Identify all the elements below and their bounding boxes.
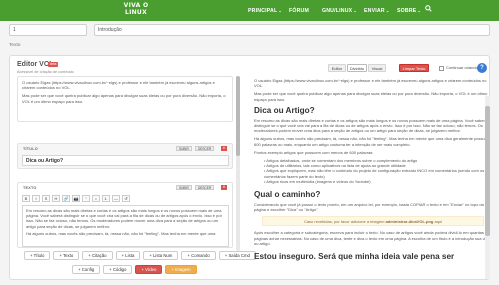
logo-line1: VIVA O [123,2,149,9]
format-toolbar: B I S H 🔗 📷 “ • 1. — ↺ [22,195,130,202]
left-scrollbar[interactable] [236,76,240,251]
add-list-button[interactable]: + Lista [115,251,141,260]
add-numbered-list-button[interactable]: + Lista Num [143,251,179,260]
preview-paragraph: Mas pode ser que você queira publicar al… [254,91,488,102]
text-area[interactable]: Em resumo as dicas são mais diretas e cu… [22,205,229,247]
add-title-button[interactable]: + Título [24,251,51,260]
section-label: TÍTULO [23,147,38,151]
help-icon[interactable]: ? [477,63,487,73]
notice-text: aqui [434,219,443,225]
strike-icon[interactable]: S [42,195,50,202]
preview-heading: Qual o caminho? [254,190,321,200]
add-image-button[interactable]: + Imagem [165,265,197,274]
section-label: TEXTO [23,186,37,190]
add-command-output-button[interactable]: + Saída Cmd [218,251,256,260]
nav-item-label: FÓRUM [289,7,310,14]
editor-subtitle: Acessível de criação de conteúdo [17,70,74,74]
preview-paragraph: Em resumo as dicas são mais diretas e cu… [254,117,488,134]
texto-label: Texto [9,43,21,48]
italic-icon[interactable]: I [32,195,40,202]
preview-list-item: • Artigos que expliquem, mas não têm o c… [264,168,485,179]
nav-item-label: GNU/LINUX [322,7,353,14]
add-command-button[interactable]: + Comando [181,251,216,260]
title-input[interactable]: Dica ou Artigo? [22,155,229,166]
logo-line2: LINUX [124,9,148,16]
scroll-sync-checkbox[interactable] [439,66,444,71]
nav-item-enviar[interactable]: ENVIAR ⌄ [364,0,389,21]
preview-paragraph: Após escolher a categoria e subcategoria… [254,230,490,246]
preview-pane: O usuário Elgas (https://www.vivaolinux.… [254,78,492,278]
add-video-button[interactable]: + Vídeo [135,265,163,274]
notice-text: Caso recebidas, por favor adicione a ima… [303,219,385,225]
quote-icon[interactable]: “ [82,195,90,202]
top-navbar: VIVA O LINUX PRINCIPAL ⌄ FÓRUM GNU/LINUX ⌄… [0,0,499,21]
nav-item-sobre[interactable]: SOBRE ⌄ [397,0,421,21]
editor-card: Editor VOL beta Acessível de criação de … [9,55,490,280]
undo-icon[interactable]: ↺ [122,195,130,202]
mode-split-button[interactable]: Dividido [347,64,367,72]
search-icon[interactable] [423,5,433,15]
move-up-button[interactable]: SUBIR [176,185,192,190]
move-up-button[interactable]: SUBIR [176,146,192,151]
chevron-down-icon: ⌄ [353,8,357,13]
chevron-down-icon: ⌄ [417,8,422,13]
preview-scrollbar-thumb[interactable] [485,106,490,236]
page-title-field[interactable]: Introdução [94,24,490,36]
scroll-sync-label: Continuar rolando [446,65,478,70]
preview-paragraph: O usuário Elgas (https://www.vivaolinux.… [254,78,487,89]
list-item-text: Artigos ricos em multimídia (imagens e v… [266,178,371,184]
left-scrollbar-thumb[interactable] [236,76,240,156]
list-item-text: Artigos que expliquem, mas não têm o con… [264,168,485,179]
block-text: Em resumo as dicas são mais diretas e cu… [26,208,222,229]
block-text: Mas pode ser que você queira publicar al… [22,93,226,104]
chevron-down-icon: ⌄ [278,8,282,13]
move-down-button[interactable]: DESCER [195,185,215,190]
site-logo[interactable]: VIVA O LINUX [122,2,150,19]
add-text-button[interactable]: + Texto [53,251,80,260]
image-notice: Caso recebidas, por favor adicione a ima… [262,216,484,227]
preview-paragraph: Há alguns outros, mas vocês não precisam… [254,136,486,147]
beta-badge: beta [48,62,58,67]
heading-icon[interactable]: H [52,195,60,202]
clear-text-button[interactable]: Limpar Texto [399,64,429,72]
nav-item-label: SOBRE [397,7,417,14]
nav-item-gnu-linux[interactable]: GNU/LINUX ⌄ [322,0,357,21]
intro-text-block[interactable]: O usuário Elgas (https://www.vivaolinux.… [17,76,233,122]
mode-visual-button[interactable]: Visual [368,64,386,72]
remove-section-button[interactable]: ✕ [221,185,227,190]
move-down-button[interactable]: DESCER [195,146,215,151]
preview-heading: Dica ou Artigo? [254,105,315,115]
add-quote-button[interactable]: + Citação [82,251,113,260]
add-code-button[interactable]: + Código [103,265,133,274]
preview-scrollbar[interactable] [485,96,490,279]
add-media-row: + Config + Código + Vídeo + Imagem [72,265,197,274]
remove-section-button[interactable]: ✕ [221,146,227,151]
nav-item-label: PRINCIPAL [248,7,278,14]
mode-editor-button[interactable]: Editor [328,64,346,72]
numbered-list-icon[interactable]: 1. [102,195,110,202]
nav-item-principal[interactable]: PRINCIPAL ⌄ [248,0,282,21]
block-text: Há alguns outros, mas vocês não precisam… [26,230,216,236]
nav-item-forum[interactable]: FÓRUM [289,0,309,21]
notice-filename: administrar-dicaVOL.png [385,219,434,225]
preview-paragraph: Pontos exemplo artigos que possuem com m… [254,149,374,155]
page-number-field[interactable]: 1 [9,24,87,36]
block-text: O usuário Elgas (https://www.vivaolinux.… [22,80,215,91]
text-section: TEXTO SUBIR DESCER ✕ B I S H 🔗 📷 “ • 1. … [17,182,233,248]
bullet-list-icon[interactable]: • [92,195,100,202]
chevron-down-icon: ⌄ [385,8,390,13]
add-config-button[interactable]: + Config [72,265,101,274]
preview-list-item: • Artigos ricos em multimídia (imagens e… [264,178,371,184]
link-icon[interactable]: 🔗 [62,195,70,202]
bold-icon[interactable]: B [22,195,30,202]
nav-item-label: ENVIAR [364,7,385,14]
add-block-row: + Título + Texto + Citação + Lista + Lis… [24,251,256,260]
preview-heading: Estou inseguro. Será que minha ideia val… [254,252,455,262]
image-icon[interactable]: 📷 [72,195,80,202]
preview-paragraph: Considerando que você já possui o texto … [254,202,484,213]
divider-icon[interactable]: — [112,195,120,202]
title-section: TÍTULO SUBIR DESCER ✕ Dica ou Artigo? [17,143,233,169]
